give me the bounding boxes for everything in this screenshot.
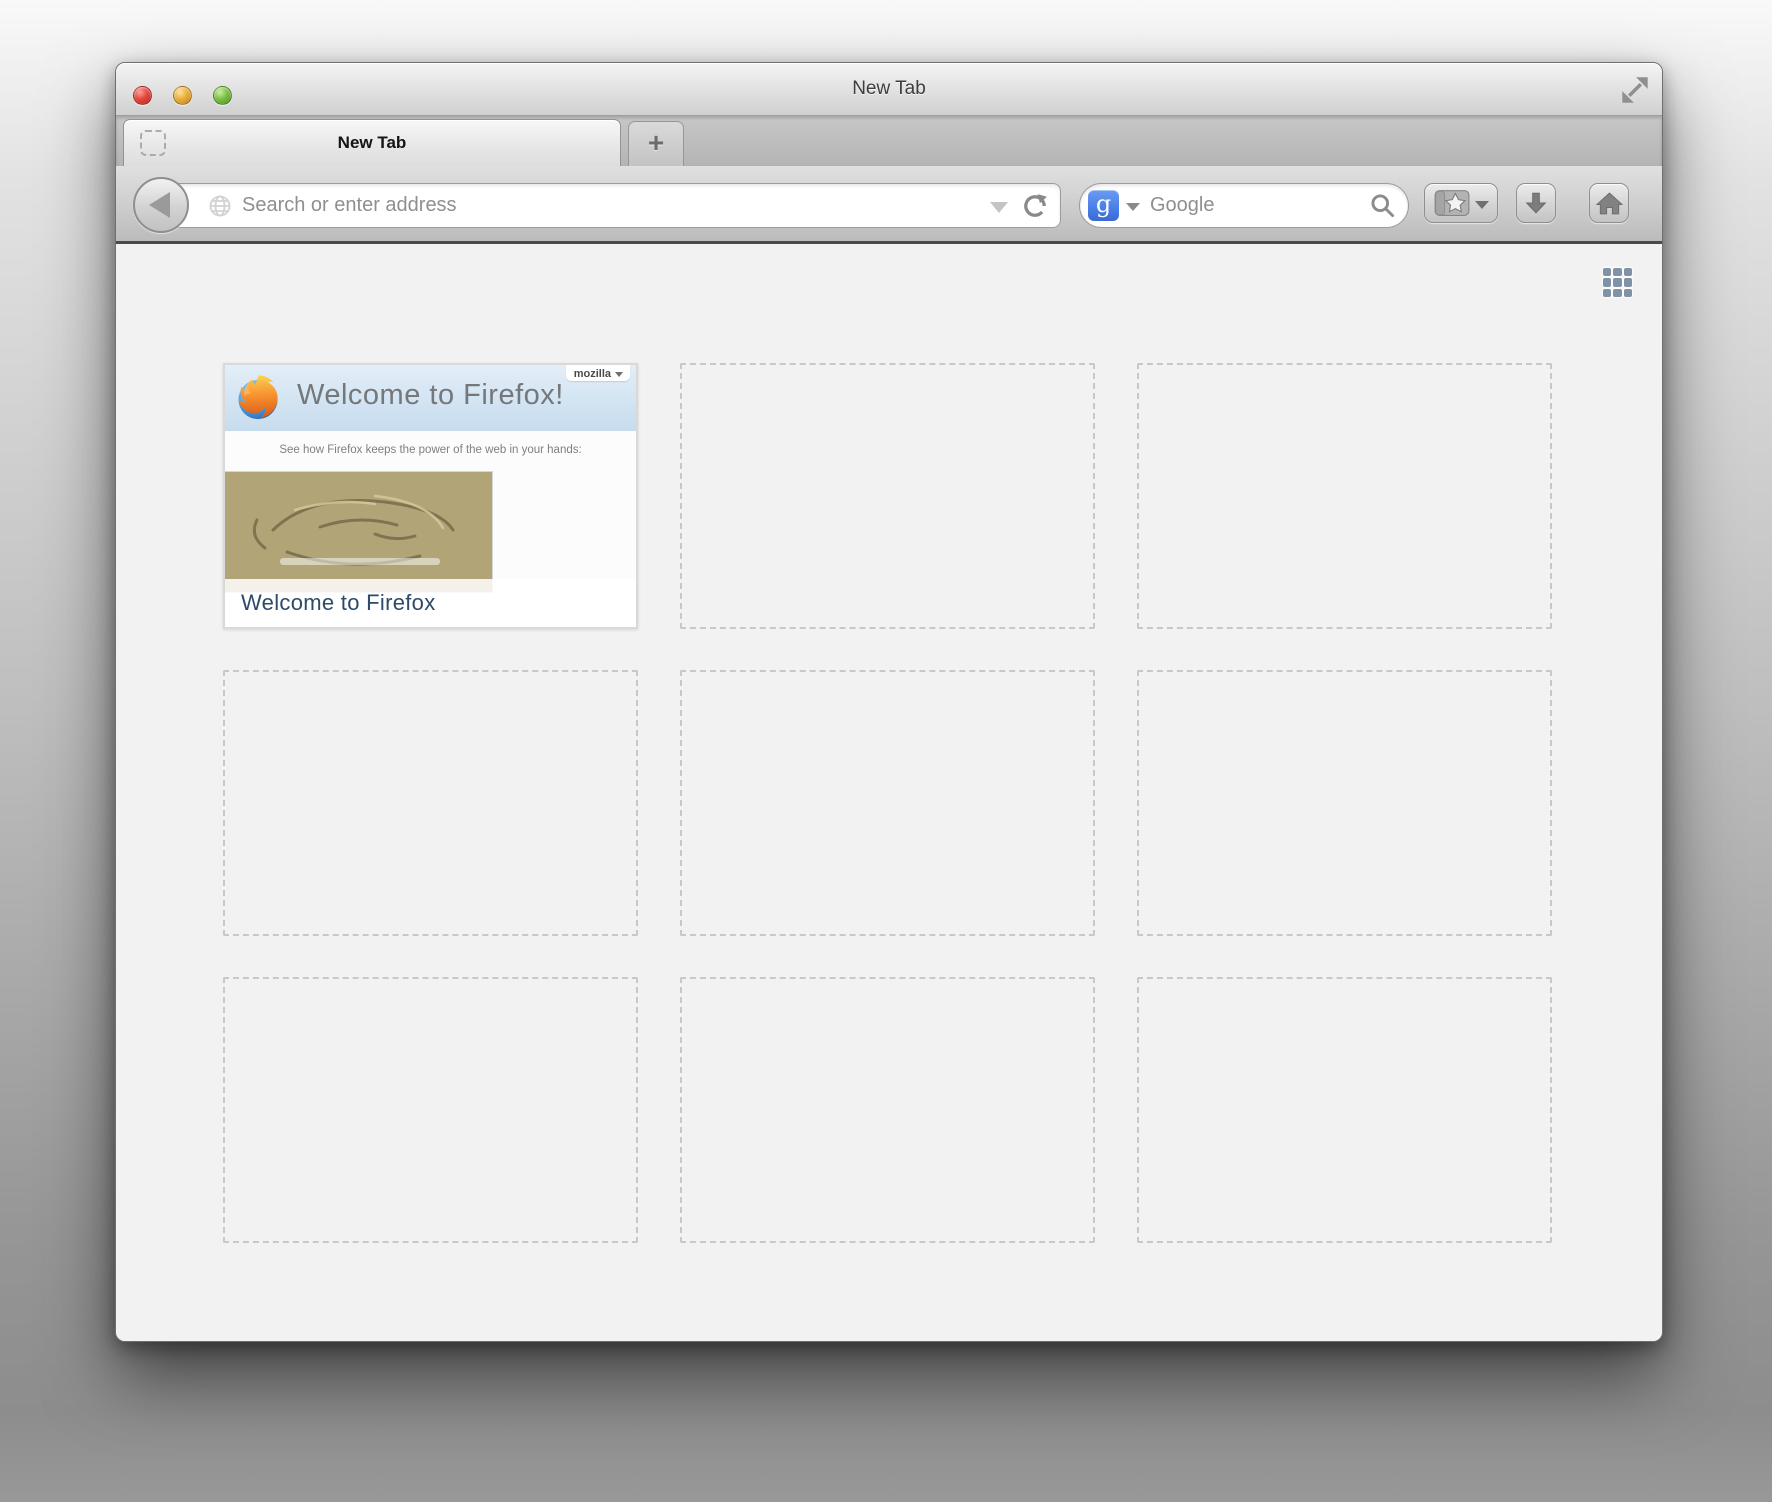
tile-title-text: Welcome to Firefox bbox=[241, 590, 436, 615]
bookmark-star-icon bbox=[1434, 189, 1470, 217]
tile-title: Welcome to Firefox bbox=[225, 579, 636, 627]
empty-tile-slot bbox=[680, 977, 1095, 1243]
empty-tile-slot bbox=[223, 670, 638, 936]
empty-tile-slot bbox=[223, 977, 638, 1243]
mozilla-badge: mozilla bbox=[566, 365, 630, 381]
fullscreen-expand-icon[interactable] bbox=[1620, 75, 1650, 105]
video-caption-smudge bbox=[280, 558, 440, 565]
thumbnail-heading: Welcome to Firefox! bbox=[297, 379, 564, 412]
url-bar[interactable] bbox=[171, 183, 1061, 228]
home-icon bbox=[1596, 191, 1623, 216]
empty-tile-slot bbox=[680, 363, 1095, 629]
tab-label: New Tab bbox=[124, 120, 620, 166]
downloads-button[interactable] bbox=[1516, 183, 1556, 223]
tile-grid: Welcome to Firefox! mozilla See how Fire… bbox=[223, 363, 1552, 1243]
browser-window: New Tab New Tab + bbox=[115, 62, 1663, 1342]
search-bar[interactable]: g bbox=[1079, 183, 1409, 228]
tab-favicon-placeholder-icon bbox=[140, 130, 166, 156]
mozilla-badge-label: mozilla bbox=[574, 368, 611, 380]
back-button[interactable] bbox=[133, 177, 189, 233]
download-arrow-icon bbox=[1523, 190, 1549, 216]
new-tab-button[interactable]: + bbox=[628, 121, 684, 166]
grid-toggle-icon[interactable] bbox=[1603, 268, 1632, 297]
window-titlebar[interactable]: New Tab bbox=[116, 63, 1662, 116]
thumbnail-header: Welcome to Firefox! mozilla bbox=[225, 365, 636, 431]
globe-icon bbox=[208, 194, 232, 218]
search-icon[interactable] bbox=[1369, 192, 1396, 219]
tab-strip: New Tab + bbox=[116, 116, 1662, 166]
search-input[interactable] bbox=[1150, 194, 1369, 217]
thumbnail-subtext: See how Firefox keeps the power of the w… bbox=[225, 431, 636, 456]
bookmarks-dropdown-icon bbox=[1475, 201, 1489, 209]
empty-tile-slot bbox=[1137, 670, 1552, 936]
mozilla-badge-caret-icon bbox=[615, 372, 623, 377]
video-thumbnail bbox=[225, 472, 492, 592]
back-arrow-icon bbox=[149, 192, 170, 218]
empty-tile-slot bbox=[1137, 363, 1552, 629]
home-button[interactable] bbox=[1589, 183, 1629, 223]
reload-icon[interactable] bbox=[1022, 193, 1048, 219]
welcome-tile[interactable]: Welcome to Firefox! mozilla See how Fire… bbox=[223, 363, 638, 629]
navigation-toolbar: g bbox=[116, 166, 1662, 244]
google-engine-icon[interactable]: g bbox=[1088, 190, 1119, 221]
tab-new-tab[interactable]: New Tab bbox=[123, 119, 621, 166]
url-input[interactable] bbox=[242, 194, 982, 217]
url-dropdown-icon[interactable] bbox=[990, 202, 1008, 213]
new-tab-page: Welcome to Firefox! mozilla See how Fire… bbox=[116, 244, 1662, 1342]
empty-tile-slot bbox=[680, 670, 1095, 936]
empty-tile-slot bbox=[1137, 977, 1552, 1243]
bookmarks-button[interactable] bbox=[1424, 183, 1498, 223]
window-title: New Tab bbox=[116, 63, 1662, 116]
search-engine-dropdown-icon[interactable] bbox=[1126, 203, 1140, 211]
firefox-logo-icon bbox=[233, 373, 283, 423]
